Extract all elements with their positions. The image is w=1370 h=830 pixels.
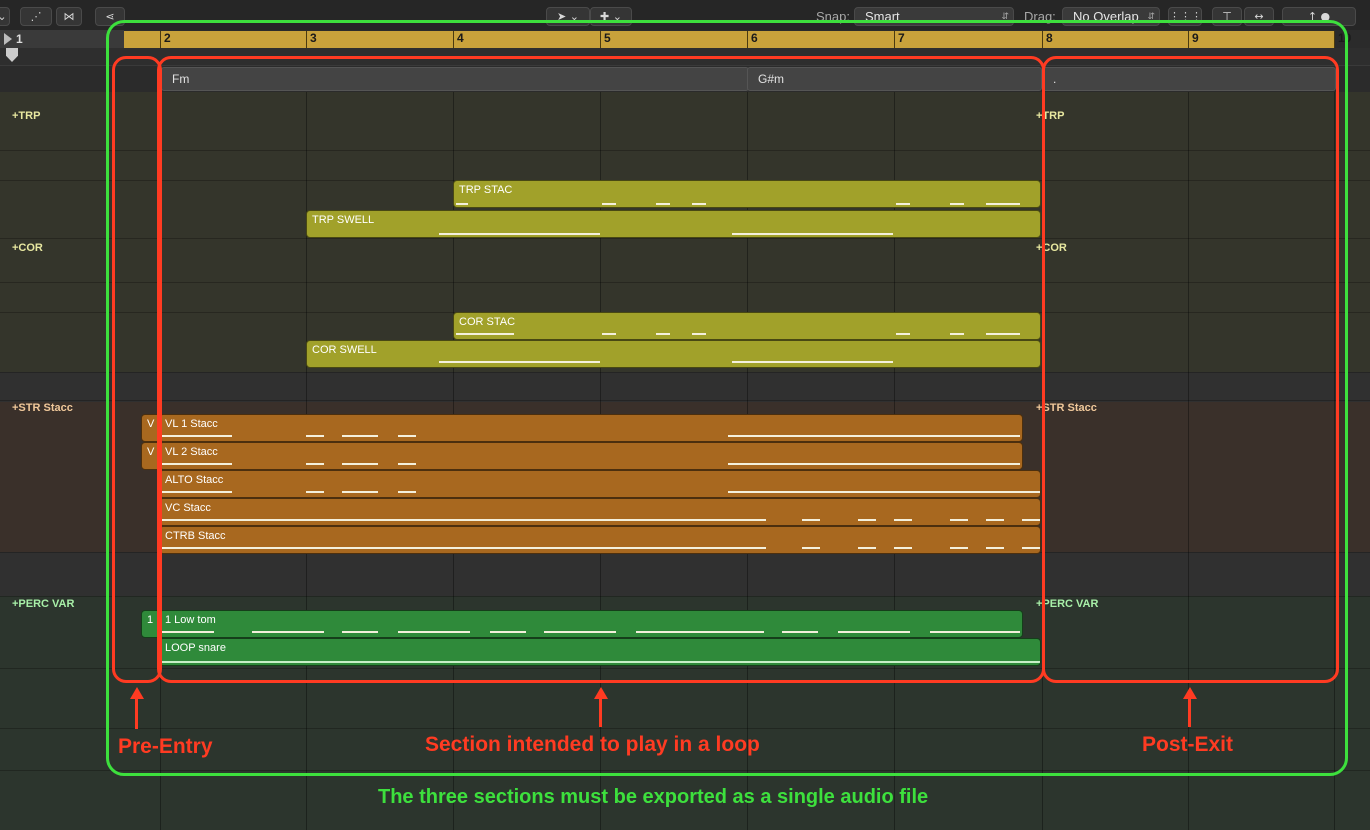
pre-entry-box — [112, 56, 162, 683]
marker-perc[interactable]: +PERC VAR — [12, 598, 74, 610]
dropdown-chevron-icon[interactable]: ⌄ — [0, 7, 10, 26]
arrow-shaft — [135, 697, 138, 729]
marker-trp[interactable]: +TRP — [12, 110, 40, 122]
logic-tracks-window: { "toolbar": { "snap_label": "Snap:", "s… — [0, 0, 1370, 830]
post-exit-label: Post-Exit — [1142, 733, 1234, 756]
pre-entry-label: Pre-Entry — [118, 735, 213, 758]
automation-curve-button[interactable]: ⋰ — [20, 7, 52, 26]
arrow-shaft — [599, 697, 602, 727]
ruler-start-bar-number: 1 — [16, 32, 23, 46]
flex-mode-icon[interactable]: ⋈ — [56, 7, 82, 26]
marker-cor[interactable]: +COR — [12, 242, 43, 254]
playhead-icon[interactable] — [4, 33, 12, 45]
loop-section-label: Section intended to play in a loop — [425, 733, 760, 756]
export-summary-label: The three sections must be exported as a… — [378, 786, 929, 808]
marker-str[interactable]: +STR Stacc — [12, 402, 73, 414]
arrow-shaft — [1188, 697, 1191, 727]
post-exit-box — [1042, 56, 1339, 683]
loop-section-box — [157, 56, 1045, 683]
